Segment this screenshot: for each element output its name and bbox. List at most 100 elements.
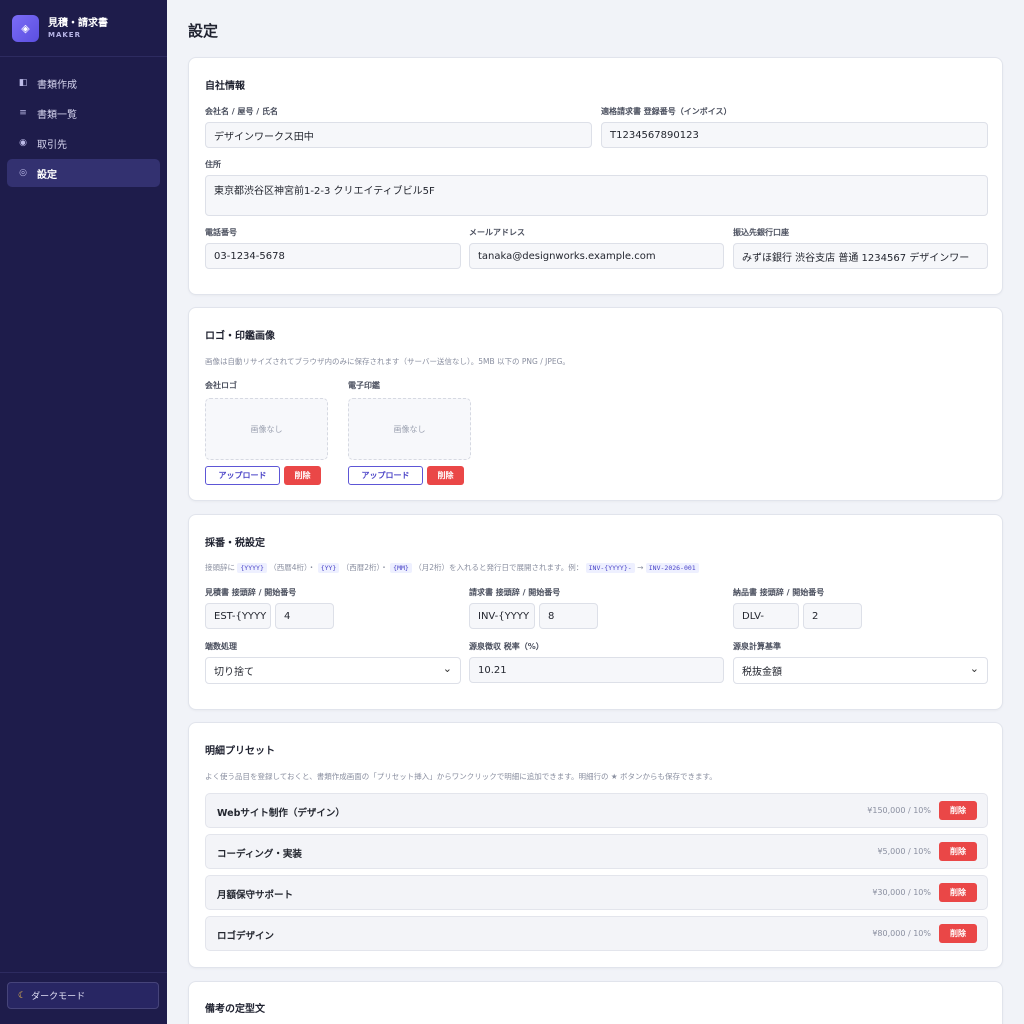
email-input[interactable]: tanaka@designworks.example.com: [469, 243, 724, 269]
hint-text: （西暦2桁）・: [341, 563, 388, 572]
preset-name: ロゴデザイン: [217, 931, 275, 942]
invoice-prefix-input[interactable]: INV-{YYYY: [469, 603, 535, 629]
withholding-input[interactable]: 10.21: [469, 657, 724, 683]
address-label: 住所: [205, 160, 221, 169]
preset-delete-button[interactable]: 削除: [939, 924, 977, 943]
invoice-start-input[interactable]: 8: [539, 603, 598, 629]
preset-price: ¥5,000 / 10%: [877, 847, 931, 856]
company-logo-label: 会社ロゴ: [205, 381, 237, 390]
logo-card-title: ロゴ・印鑑画像: [205, 331, 275, 342]
sidebar-item-label: 設定: [37, 169, 57, 181]
sidebar-item-settings[interactable]: ◎ 設定: [7, 159, 160, 187]
hint-code: {YYYY}: [237, 563, 267, 573]
company-name-input[interactable]: デザインワークス田中: [205, 122, 592, 148]
no-image-text: 画像なし: [250, 424, 283, 434]
main-content: 設定 自社情報 会社名 / 屋号 / 氏名 デザインワークス田中 適格請求書 登…: [167, 0, 1024, 1024]
sidebar-item-create[interactable]: ◧ 書類作成: [7, 69, 160, 97]
company-name-label: 会社名 / 屋号 / 氏名: [205, 107, 278, 116]
dark-mode-button[interactable]: ☾ ダークモード: [7, 982, 159, 1009]
preset-delete-button[interactable]: 削除: [939, 801, 977, 820]
app-logo-icon: ◈: [12, 14, 39, 42]
hint-code: INV-{YYYY}-: [585, 563, 635, 573]
withholding-label: 源泉徴収 税率（%）: [469, 642, 544, 651]
hint-code: {YY}: [317, 563, 340, 573]
preset-name: Webサイト制作（デザイン）: [217, 808, 345, 819]
estimate-prefix-input[interactable]: EST-{YYYY: [205, 603, 271, 629]
logo-upload-button[interactable]: アップロード: [205, 466, 280, 485]
basis-select-value: 税抜金額: [742, 667, 782, 678]
sidebar-item-list[interactable]: ≡ 書類一覧: [7, 99, 160, 127]
brand: ◈ 見積・請求書 MAKER: [0, 0, 167, 57]
brand-subtitle: MAKER: [48, 30, 81, 39]
presets-card-title: 明細プリセット: [205, 746, 275, 757]
sidebar-item-label: 取引先: [37, 139, 67, 151]
no-image-text: 画像なし: [393, 424, 426, 434]
bank-input[interactable]: みずほ銀行 渋谷支店 普通 1234567 デザインワー: [733, 243, 988, 269]
settings-icon: ◎: [19, 168, 27, 178]
numbering-card-title: 採番・税設定: [205, 538, 265, 549]
preset-row: Webサイト制作（デザイン） ¥150,000 / 10% 削除: [205, 793, 988, 828]
page-title: 設定: [188, 22, 219, 40]
preset-name: 月額保守サポート: [217, 890, 294, 901]
notes-card: 備考の定型文: [188, 981, 1003, 1024]
moon-icon: ☾: [18, 990, 27, 1001]
brand-title: 見積・請求書: [48, 17, 108, 29]
address-textarea[interactable]: 東京都渋谷区神宮前1-2-3 クリエイティブビル5F: [205, 175, 988, 216]
estimate-start-input[interactable]: 4: [275, 603, 334, 629]
presets-hint: よく使う品目を登録しておくと、書類作成画面の「プリセット挿入」からワンクリックで…: [205, 772, 717, 781]
preset-row: ロゴデザイン ¥80,000 / 10% 削除: [205, 916, 988, 951]
phone-label: 電話番号: [205, 228, 237, 237]
basis-select[interactable]: 税抜金額: [733, 657, 988, 684]
company-card-title: 自社情報: [205, 81, 245, 92]
hint-code: {MM}: [390, 563, 412, 573]
seal-upload-button[interactable]: アップロード: [348, 466, 423, 485]
preset-delete-button[interactable]: 削除: [939, 842, 977, 861]
preset-price: ¥150,000 / 10%: [867, 806, 931, 815]
sidebar-item-label: 書類一覧: [37, 109, 77, 121]
seal-label: 電子印鑑: [348, 381, 380, 390]
estimate-prefix-label: 見積書 接頭辞 / 開始番号: [205, 588, 297, 597]
seal-delete-button[interactable]: 削除: [427, 466, 464, 485]
email-label: メールアドレス: [469, 228, 525, 237]
numbering-card: 採番・税設定 接頭辞に {YYYY} （西暦4桁）・ {YY} （西暦2桁）・ …: [188, 514, 1003, 710]
delivery-prefix-input[interactable]: DLV-: [733, 603, 799, 629]
arrow-icon: →: [637, 563, 644, 572]
sidebar-item-label: 書類作成: [37, 79, 77, 91]
rounding-select-value: 切り捨て: [214, 667, 254, 678]
logo-hint: 画像は自動リサイズされてブラウザ内のみに保存されます（サーバー送信なし）。5MB…: [205, 357, 570, 366]
sidebar-nav: ◧ 書類作成 ≡ 書類一覧 ◉ 取引先 ◎ 設定: [0, 57, 167, 201]
rounding-label: 端数処理: [205, 642, 237, 651]
preset-price: ¥30,000 / 10%: [872, 888, 931, 897]
company-card: 自社情報 会社名 / 屋号 / 氏名 デザインワークス田中 適格請求書 登録番号…: [188, 57, 1003, 295]
preset-row: 月額保守サポート ¥30,000 / 10% 削除: [205, 875, 988, 910]
bank-label: 振込先銀行口座: [733, 228, 789, 237]
invoice-number-label: 適格請求書 登録番号（インボイス）: [601, 107, 732, 116]
logo-delete-button[interactable]: 削除: [284, 466, 321, 485]
hint-text: 接頭辞に: [205, 563, 235, 572]
preset-delete-button[interactable]: 削除: [939, 883, 977, 902]
rounding-select[interactable]: 切り捨て: [205, 657, 461, 684]
dark-mode-label: ダークモード: [31, 992, 86, 1002]
hint-text: （西暦4桁）・: [269, 563, 316, 572]
preset-row: コーディング・実装 ¥5,000 / 10% 削除: [205, 834, 988, 869]
numbering-hint: 接頭辞に {YYYY} （西暦4桁）・ {YY} （西暦2桁）・ {MM} （月…: [205, 562, 699, 573]
invoice-number-input[interactable]: T1234567890123: [601, 122, 988, 148]
document-icon: ◧: [18, 78, 28, 88]
phone-input[interactable]: 03-1234-5678: [205, 243, 461, 269]
logo-card: ロゴ・印鑑画像 画像は自動リサイズされてブラウザ内のみに保存されます（サーバー送…: [188, 307, 1003, 501]
seal-dropzone[interactable]: 画像なし: [348, 398, 471, 460]
preset-name: コーディング・実装: [217, 849, 302, 860]
delivery-prefix-label: 納品書 接頭辞 / 開始番号: [733, 588, 825, 597]
circle-icon: ◉: [19, 138, 27, 148]
hint-text: （月2桁）を入れると発行日で展開されます。例：: [414, 563, 584, 572]
notes-card-title: 備考の定型文: [205, 1004, 265, 1015]
delivery-start-input[interactable]: 2: [803, 603, 862, 629]
presets-card: 明細プリセット よく使う品目を登録しておくと、書類作成画面の「プリセット挿入」か…: [188, 722, 1003, 968]
preset-price: ¥80,000 / 10%: [872, 929, 931, 938]
sidebar: ◈ 見積・請求書 MAKER ◧ 書類作成 ≡ 書類一覧 ◉ 取引先 ◎ 設定 …: [0, 0, 167, 1024]
sidebar-item-clients[interactable]: ◉ 取引先: [7, 129, 160, 157]
hint-code: INV-2026-001: [645, 563, 699, 573]
basis-label: 源泉計算基準: [733, 642, 781, 651]
company-logo-dropzone[interactable]: 画像なし: [205, 398, 328, 460]
list-icon: ≡: [19, 108, 27, 118]
